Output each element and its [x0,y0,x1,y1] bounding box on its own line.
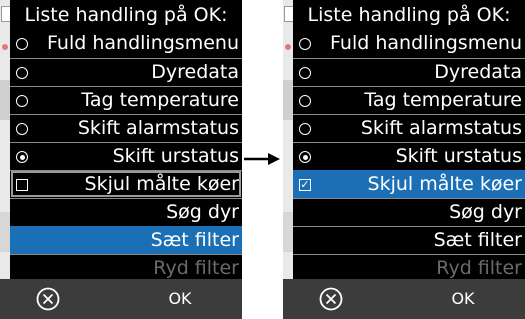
background-block [0,80,10,120]
list-item-label: Dyredata [151,61,239,83]
list-item-label: Sæt filter [433,229,522,251]
action-list: Fuld handlingsmenu Dyredata Tag temperat… [10,30,242,282]
radio-icon [299,67,311,79]
list-item-label: Skift urstatus [112,145,239,167]
list-item-skift-alarmstatus[interactable]: Skift alarmstatus [10,114,242,142]
ok-button[interactable]: OK [433,279,493,319]
background-window-edge [1,6,10,22]
background-block [0,212,10,252]
background-app-strip [0,0,10,279]
list-item-saet-filter[interactable]: Sæt filter [10,226,242,254]
list-item-label: Skift urstatus [395,145,522,167]
radio-icon [16,123,28,135]
screen-before: Liste handling på OK: Fuld handlingsmenu… [0,0,242,319]
action-list: Fuld handlingsmenu Dyredata Tag temperat… [293,30,525,282]
background-window-edge [284,6,293,22]
menu-title: Liste handling på OK: [293,0,525,30]
list-item-label: Skjul målte køer [367,173,522,195]
list-item-tag-temperature[interactable]: Tag temperature [10,86,242,114]
list-item-label: Fuld handlingsmenu [330,32,522,54]
background-app-strip [283,0,293,279]
menu-title: Liste handling på OK: [10,0,242,30]
list-item-soeg-dyr[interactable]: Søg dyr [293,198,525,226]
list-item-label: Tag temperature [364,89,522,111]
radio-checked-icon [16,151,28,163]
list-item-fuld-handlingsmenu[interactable]: Fuld handlingsmenu [293,30,525,58]
radio-icon [16,95,28,107]
radio-icon [299,95,311,107]
list-item-dyredata[interactable]: Dyredata [293,58,525,86]
list-item-soeg-dyr[interactable]: Søg dyr [10,198,242,226]
list-item-dyredata[interactable]: Dyredata [10,58,242,86]
background-block [283,212,293,252]
screen-after: Liste handling på OK: Fuld handlingsmenu… [283,0,525,319]
list-item-label: Søg dyr [166,201,239,223]
bottom-bar: OK [283,279,525,319]
radio-checked-icon [299,151,311,163]
list-item-label: Tag temperature [81,89,239,111]
radio-icon [16,38,28,50]
list-item-skift-urstatus[interactable]: Skift urstatus [10,142,242,170]
checkbox-checked-icon: ✓ [299,178,311,191]
list-item-saet-filter[interactable]: Sæt filter [293,226,525,254]
background-block [283,80,293,120]
list-item-fuld-handlingsmenu[interactable]: Fuld handlingsmenu [10,30,242,58]
list-item-label: Skift alarmstatus [77,117,239,139]
checkbox-icon [16,179,28,191]
list-item-label: Skift alarmstatus [360,117,522,139]
list-item-ryd-filter: Ryd filter [293,254,525,282]
radio-icon [299,38,311,50]
cancel-icon[interactable] [36,287,60,311]
list-item-label: Søg dyr [449,201,522,223]
list-item-label: Ryd filter [436,257,522,279]
background-status-dot [2,44,8,50]
radio-icon [299,123,311,135]
list-item-label: Dyredata [434,61,522,83]
list-item-label: Sæt filter [150,229,239,251]
list-item-skift-alarmstatus[interactable]: Skift alarmstatus [293,114,525,142]
right-arrow-icon [244,153,280,165]
list-item-label: Skjul målte køer [84,173,239,195]
ok-button[interactable]: OK [150,279,210,319]
bottom-bar: OK [0,279,242,319]
list-item-skjul-maalte-koeer[interactable]: ✓ Skjul målte køer [293,170,525,198]
list-item-ryd-filter: Ryd filter [10,254,242,282]
background-status-dot [285,44,291,50]
list-item-label: Fuld handlingsmenu [47,32,239,54]
cancel-icon[interactable] [319,287,343,311]
list-item-label: Ryd filter [153,257,239,279]
radio-icon [16,67,28,79]
list-item-skjul-maalte-koeer[interactable]: Skjul målte køer [10,170,242,198]
list-item-tag-temperature[interactable]: Tag temperature [293,86,525,114]
list-item-skift-urstatus[interactable]: Skift urstatus [293,142,525,170]
